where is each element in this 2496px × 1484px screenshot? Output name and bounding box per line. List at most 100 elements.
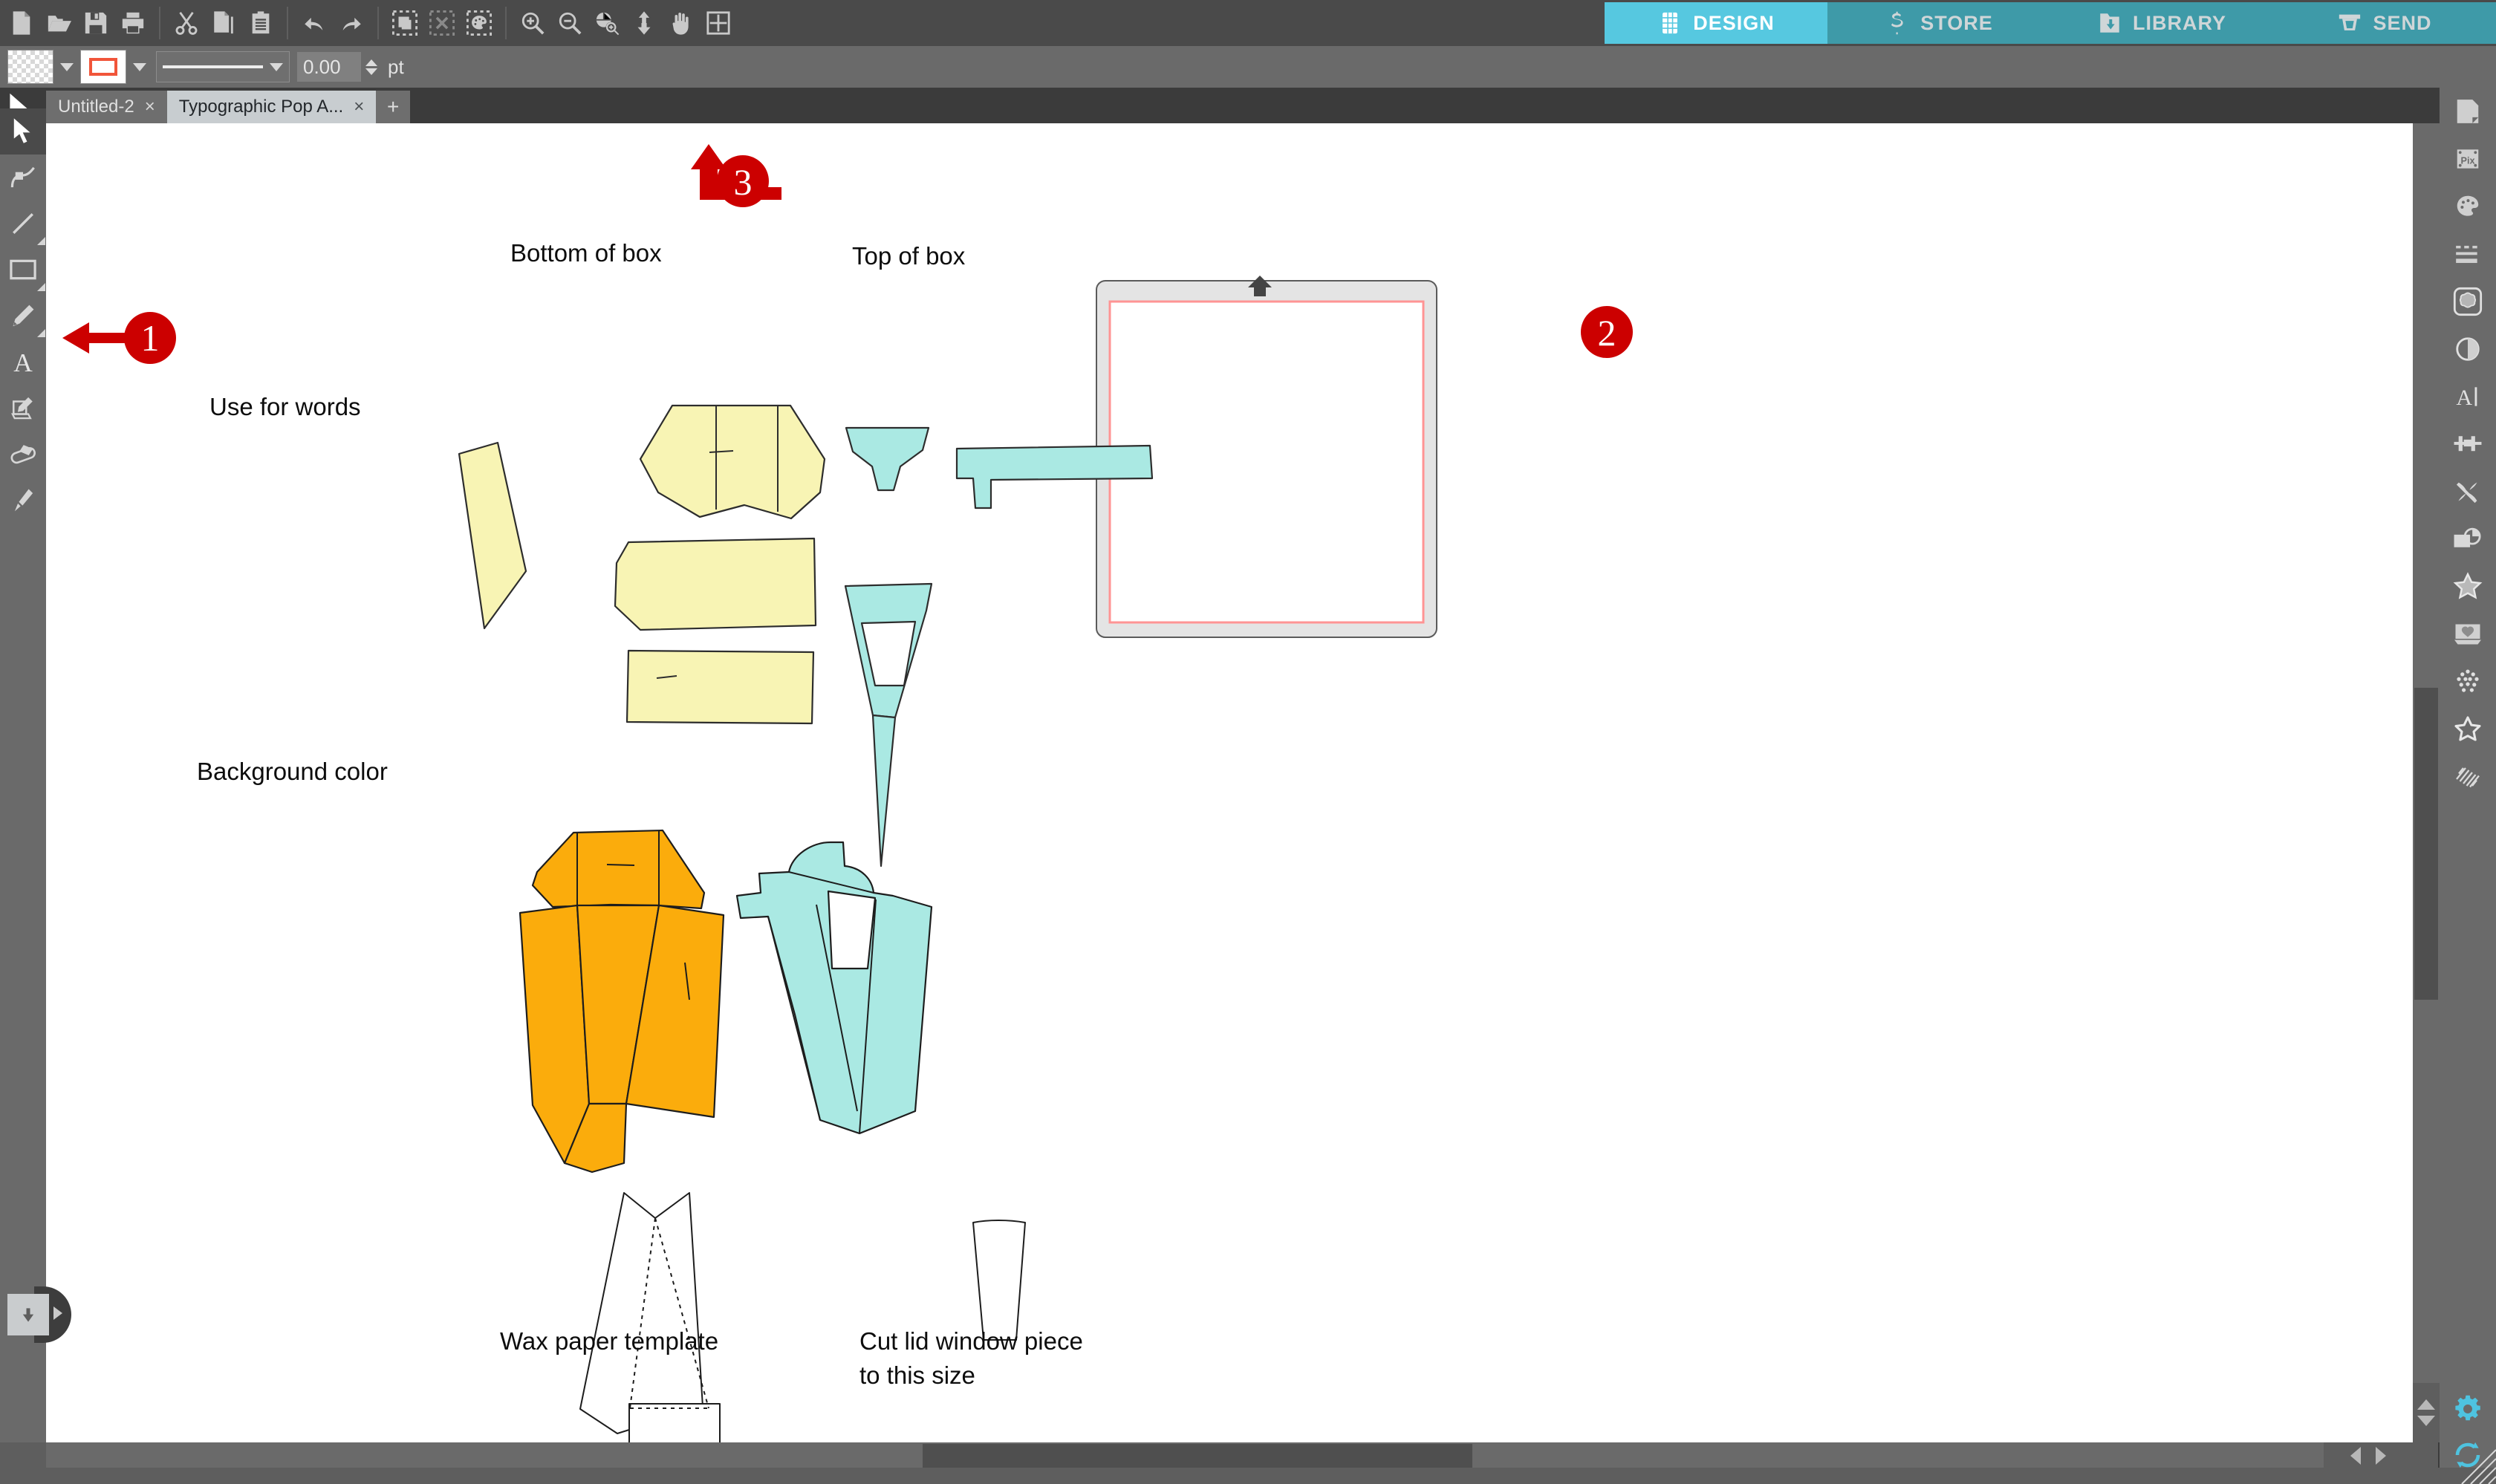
tool-expand-flag-icon[interactable] xyxy=(37,237,45,245)
print-bleed-icon[interactable] xyxy=(2440,611,2496,658)
new-document-icon[interactable] xyxy=(3,4,40,42)
rhinestone-icon[interactable] xyxy=(2440,658,2496,706)
scroll-right-icon[interactable] xyxy=(2376,1447,2386,1465)
view-tool-group xyxy=(511,0,740,46)
deselect-all-icon[interactable] xyxy=(423,4,461,42)
text-style-icon[interactable]: A xyxy=(2440,373,2496,420)
horizontal-scrollbar[interactable] xyxy=(46,1442,2413,1469)
fill-color-icon[interactable] xyxy=(2440,183,2496,230)
pan-hand-icon[interactable] xyxy=(663,4,700,42)
select-tool[interactable] xyxy=(0,108,46,154)
transparency-icon[interactable] xyxy=(2440,325,2496,373)
sketch-icon[interactable] xyxy=(2440,706,2496,753)
stepper-down-icon[interactable] xyxy=(365,68,377,75)
redo-icon[interactable] xyxy=(333,4,370,42)
align-icon[interactable] xyxy=(2440,420,2496,468)
tab-design[interactable]: DESIGN xyxy=(1605,2,1827,44)
chevron-right-icon xyxy=(51,1304,65,1326)
lid-net[interactable] xyxy=(735,841,933,1135)
label-background-color: Background color xyxy=(197,758,388,785)
zoom-in-icon[interactable] xyxy=(514,4,551,42)
page-setup-icon[interactable] xyxy=(2440,88,2496,135)
sketch-style-icon[interactable] xyxy=(2440,278,2496,325)
settings-gear-icon[interactable] xyxy=(2441,1386,2495,1432)
select-by-color-icon[interactable] xyxy=(461,4,498,42)
line-tool[interactable] xyxy=(0,201,46,247)
stepper-up-icon[interactable] xyxy=(365,59,377,66)
line-style-dropdown[interactable] xyxy=(156,51,290,82)
fill-color-dropdown-caret[interactable] xyxy=(60,62,74,71)
draw-freehand-tool[interactable] xyxy=(0,293,46,339)
select-all-icon[interactable] xyxy=(386,4,423,42)
tab-store[interactable]: STORE xyxy=(1827,2,2050,44)
notes-tool[interactable] xyxy=(0,385,46,431)
document-tab-bar: Untitled-2 × Typographic Pop A... × + xyxy=(0,88,2496,123)
vertical-scrollbar-thumb[interactable] xyxy=(2414,688,2438,1000)
annotation-marker-2: 2 xyxy=(1581,306,1633,358)
undo-icon[interactable] xyxy=(296,4,333,42)
modify-icon[interactable] xyxy=(2440,468,2496,515)
rectangle-tool[interactable] xyxy=(0,247,46,293)
trace-icon[interactable] xyxy=(2440,563,2496,611)
paste-icon[interactable] xyxy=(242,4,279,42)
scroll-left-icon[interactable] xyxy=(2350,1447,2361,1465)
fit-to-window-icon[interactable] xyxy=(625,4,663,42)
library-panel-toggle[interactable] xyxy=(7,1294,49,1335)
design-canvas[interactable]: Use for words Bottom of box Top of box B… xyxy=(46,123,2413,1442)
horizontal-scrollbar-thumb[interactable] xyxy=(923,1444,1472,1468)
send-cutter-icon xyxy=(2337,10,2362,36)
library-icon xyxy=(2097,10,2122,36)
doc-tab-typographic-pop-a[interactable]: Typographic Pop A... × xyxy=(166,91,377,123)
open-document-icon[interactable] xyxy=(40,4,77,42)
lid-window-piece-outline[interactable] xyxy=(972,1220,1026,1341)
file-tool-group xyxy=(0,0,155,46)
design-grid-icon xyxy=(1657,10,1683,36)
new-tab-button[interactable]: + xyxy=(376,91,411,123)
canvas-artwork: Use for words Bottom of box Top of box B… xyxy=(62,144,1633,1442)
line-style-icon[interactable] xyxy=(2440,230,2496,278)
tool-expand-flag-icon[interactable] xyxy=(37,283,45,291)
close-icon[interactable]: × xyxy=(145,97,155,117)
eraser-tool[interactable] xyxy=(0,431,46,477)
pixscan-icon[interactable]: Pix xyxy=(2440,135,2496,183)
window-resize-grip[interactable] xyxy=(2447,1435,2496,1484)
edit-points-tool[interactable] xyxy=(0,154,46,201)
cut-icon[interactable] xyxy=(168,4,205,42)
offset-icon[interactable] xyxy=(2440,515,2496,563)
fill-color-swatch[interactable] xyxy=(7,50,53,84)
annotation-marker-3: 3 xyxy=(691,144,781,207)
line-thickness-stepper[interactable] xyxy=(365,59,377,75)
svg-text:A: A xyxy=(2456,385,2472,410)
tab-library[interactable]: LIBRARY xyxy=(2050,2,2273,44)
left-tool-panel: A xyxy=(0,108,46,1442)
close-icon[interactable]: × xyxy=(354,97,364,117)
copy-icon[interactable] xyxy=(205,4,242,42)
line-style-caret[interactable] xyxy=(270,62,283,71)
tab-send[interactable]: SEND xyxy=(2273,2,2496,44)
scroll-up-icon[interactable] xyxy=(2417,1399,2435,1410)
zoom-selection-icon[interactable] xyxy=(588,4,625,42)
show-grid-icon[interactable] xyxy=(700,4,737,42)
pattern-fill-icon[interactable] xyxy=(2440,753,2496,801)
text-tool[interactable]: A xyxy=(0,339,46,385)
app-mode-tabs: DESIGN STORE LIBRARY SEND xyxy=(1605,2,2496,44)
doc-tab-untitled-2[interactable]: Untitled-2 × xyxy=(46,91,167,123)
zoom-out-icon[interactable] xyxy=(551,4,588,42)
wax-paper-template-outline[interactable] xyxy=(579,1192,721,1442)
print-icon[interactable] xyxy=(114,4,152,42)
scroll-down-icon[interactable] xyxy=(2417,1416,2435,1426)
line-color-swatch[interactable] xyxy=(80,50,126,84)
toolbar-separator-4 xyxy=(505,7,507,39)
background-color-box-net[interactable] xyxy=(519,829,725,1174)
line-color-dropdown-caret[interactable] xyxy=(133,62,146,71)
save-document-icon[interactable] xyxy=(77,4,114,42)
line-thickness-input[interactable]: 0.00 xyxy=(297,52,361,82)
bottom-of-box-pieces[interactable] xyxy=(458,404,826,725)
tool-expand-flag-icon[interactable] xyxy=(37,329,45,337)
cyan-spike-lower-piece xyxy=(871,714,897,868)
right-tool-panel: Pix A xyxy=(2440,88,2496,1484)
vertical-scrollbar[interactable] xyxy=(2413,123,2440,1442)
knife-tool[interactable] xyxy=(0,477,46,523)
annotation-1-number: 1 xyxy=(141,317,160,359)
doc-tab-title: Typographic Pop A... xyxy=(178,97,344,117)
